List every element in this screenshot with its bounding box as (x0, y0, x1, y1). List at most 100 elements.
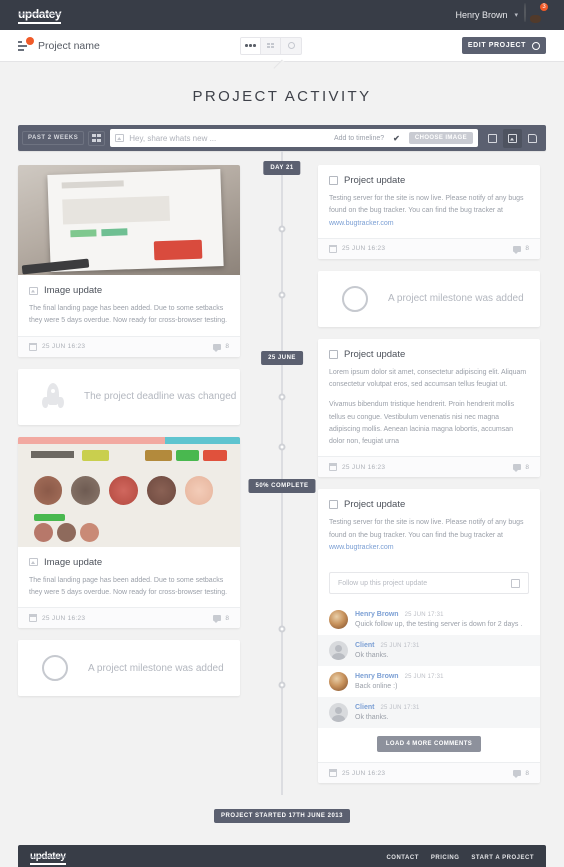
card-comment-count: 8 (225, 343, 229, 350)
choose-image-button[interactable]: CHOOSE IMAGE (408, 132, 473, 144)
card-title: Image update (44, 556, 103, 568)
timeline-badge-progress[interactable]: 50% COMPLETE (248, 479, 316, 493)
milestone-event-card[interactable]: A project milestone was added (18, 640, 240, 696)
bug-tracker-link[interactable]: www.bugtracker.com (329, 544, 394, 551)
view-mode-circle-button[interactable] (281, 38, 301, 54)
compose-text-button[interactable] (483, 129, 502, 148)
follow-up-placeholder[interactable]: Follow up this project update (338, 580, 511, 587)
event-text: A project milestone was added (388, 293, 524, 305)
card-photo (18, 436, 240, 547)
timeline-left-column: Image update The final landing page has … (18, 165, 240, 795)
date-range-filter[interactable]: PAST 2 WEEKS (22, 131, 85, 145)
deadline-event-card[interactable]: The project deadline was changed (18, 368, 240, 425)
comment-icon (213, 615, 222, 623)
image-update-card[interactable]: Image update The final landing page has … (18, 436, 240, 628)
card-photo (18, 165, 240, 275)
brand-logo[interactable]: updatey (18, 7, 62, 24)
card-footer: 25 JUN 16:23 8 (318, 237, 540, 259)
gear-icon (532, 41, 540, 50)
timeline-badge-date[interactable]: 25 JUNE (261, 351, 303, 365)
card-comment-group[interactable]: 8 (213, 343, 229, 352)
comment-text: Ok thanks. (355, 714, 389, 721)
avatar (329, 610, 348, 629)
rocket-icon (42, 382, 64, 411)
card-date: 25 JUN 16:23 (342, 769, 386, 777)
load-more-comments-button[interactable]: LOAD 4 MORE COMMENTS (376, 736, 482, 752)
card-comment-group[interactable]: 8 (513, 770, 529, 778)
footer-link-start-a-project[interactable]: START A PROJECT (471, 855, 534, 861)
logo-strike-decoration (18, 12, 62, 15)
comment-body: Henry Brown 25 JUN 17:31 Back online :) (355, 672, 529, 690)
picture-icon (508, 133, 517, 143)
pencil-icon[interactable] (511, 578, 520, 588)
notification-badge[interactable]: 3 (539, 2, 549, 12)
comment-author[interactable]: Client (355, 642, 374, 649)
comment-text: Back online :) (355, 683, 398, 690)
image-update-card[interactable]: Image update The final landing page has … (18, 165, 240, 357)
card-date: 25 JUN 16:23 (342, 463, 386, 471)
comment-author[interactable]: Henry Brown (355, 611, 399, 618)
comment-author[interactable]: Client (355, 704, 374, 711)
timeline-node (278, 225, 286, 233)
comment-time: 25 JUN 17:31 (380, 705, 420, 711)
event-text: A project milestone was added (88, 662, 224, 674)
compose-image-button[interactable] (503, 128, 522, 148)
comment-item: Henry Brown 25 JUN 17:31 Back online :) (318, 666, 540, 697)
follow-up-input[interactable]: Follow up this project update (329, 572, 529, 594)
card-footer: 25 JUN 16:23 8 (18, 335, 240, 357)
edit-project-label: EDIT PROJECT (467, 42, 526, 49)
card-header: Image update (29, 285, 229, 296)
composer-grid-toggle[interactable] (88, 130, 106, 146)
footer-link-contact[interactable]: CONTACT (386, 855, 418, 861)
pencil-icon (329, 349, 338, 359)
timeline-badge-day21[interactable]: DAY 21 (263, 161, 301, 175)
card-body: Image update The final landing page has … (18, 275, 240, 336)
chevron-down-icon[interactable]: ▾ (514, 11, 518, 19)
card-footer: 25 JUN 16:23 8 (18, 607, 240, 628)
comment-text: Quick follow up, the testing server is d… (355, 621, 523, 628)
bug-tracker-link[interactable]: www.bugtracker.com (329, 220, 394, 227)
avatar-image (524, 3, 526, 22)
pencil-icon (329, 176, 338, 185)
comment-time: 25 JUN 17:31 (404, 612, 444, 618)
calendar-icon (29, 614, 37, 622)
timeline-node (278, 625, 286, 633)
comment-item: Client 25 JUN 17:31 Ok thanks. (318, 635, 540, 666)
view-mode-toggle[interactable] (240, 36, 302, 55)
composer-bar: PAST 2 WEEKS Hey, share whats new ... Ad… (18, 125, 546, 151)
comment-item: Client 25 JUN 17:31 Ok thanks. (318, 697, 540, 728)
composer-placeholder[interactable]: Hey, share whats new ... (129, 134, 329, 143)
comment-meta: Client 25 JUN 17:31 (355, 704, 529, 711)
project-update-card-with-comments[interactable]: Project update Testing server for the si… (318, 489, 540, 783)
footer-link-pricing[interactable]: PRICING (431, 855, 460, 861)
milestone-event-card[interactable]: A project milestone was added (318, 270, 540, 327)
composer-input-wrapper[interactable]: Hey, share whats new ... Add to timeline… (110, 129, 478, 147)
grid-icon (266, 42, 275, 49)
edit-project-button[interactable]: EDIT PROJECT (461, 37, 546, 54)
project-start-badge-wrapper: PROJECT STARTED 17TH JUNE 2013 (0, 795, 564, 845)
project-update-card[interactable]: Project update Lorem ipsum dolor sit ame… (318, 338, 540, 478)
footer-links: CONTACT PRICING START A PROJECT (386, 855, 534, 861)
avatar[interactable]: 3 (524, 2, 549, 26)
app-page: updatey Henry Brown ▾ 3 Project name (0, 0, 564, 867)
comment-meta: Henry Brown 25 JUN 17:31 (355, 611, 529, 618)
circle-icon (342, 285, 368, 312)
view-mode-list-button[interactable] (241, 37, 261, 54)
card-body: Project update Testing server for the si… (318, 489, 540, 572)
add-to-timeline-checkbox[interactable]: ✔ (393, 134, 400, 143)
card-comment-group[interactable]: 8 (213, 615, 229, 623)
comment-author[interactable]: Henry Brown (355, 673, 399, 680)
compose-file-button[interactable] (523, 129, 542, 148)
card-date-group: 25 JUN 16:23 (329, 244, 385, 253)
project-update-card[interactable]: Project update Testing server for the si… (318, 165, 540, 259)
dots-icon (245, 44, 256, 47)
card-comment-group[interactable]: 8 (513, 245, 529, 254)
comment-body: Henry Brown 25 JUN 17:31 Quick follow up… (355, 610, 529, 628)
view-mode-grid-button[interactable] (261, 37, 281, 54)
card-comment-group[interactable]: 8 (513, 464, 529, 473)
card-footer: 25 JUN 16:23 8 (318, 456, 540, 478)
image-icon (115, 134, 125, 142)
footer-logo[interactable]: updatey (30, 851, 66, 865)
user-menu[interactable]: Henry Brown ▾ 3 (455, 2, 549, 26)
comment-time: 25 JUN 17:31 (380, 643, 420, 649)
